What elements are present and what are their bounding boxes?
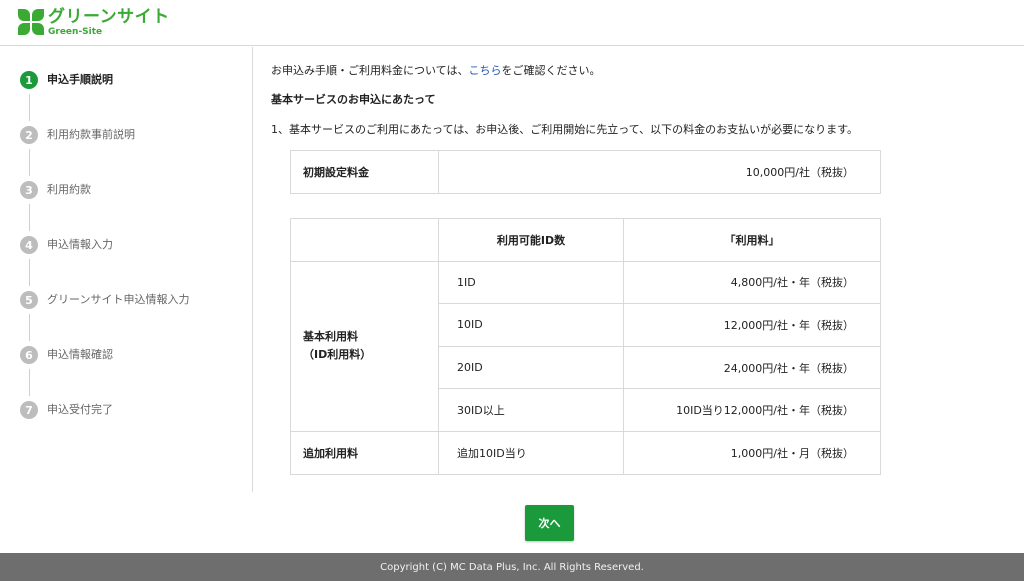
header-ids: 利用可能ID数 [438, 218, 624, 262]
intro-text: お申込み手順・ご利用料金については、こちらをご確認ください。 [271, 62, 600, 78]
table-row: 初期設定料金 10,000円/社（税抜） [290, 150, 881, 194]
section-title: 基本サービスのお申込にあたって [271, 93, 436, 106]
step-2: 2 利用約款事前説明 [20, 126, 189, 181]
step-number: 4 [20, 236, 38, 254]
step-connector [28, 94, 30, 121]
table-header-row: 利用可能ID数 「利用料」 [290, 218, 881, 262]
fee-cell: 12,000円/社・年（税抜） [623, 303, 881, 347]
ids-cell: 1ID [438, 260, 624, 305]
intro-before: お申込み手順・ご利用料金については、 [271, 64, 469, 77]
step-label: 申込受付完了 [47, 403, 113, 416]
ids-cell: 追加10ID当り [438, 430, 624, 475]
step-number: 2 [20, 126, 38, 144]
step-label: 利用約款 [47, 183, 91, 196]
intro-after: をご確認ください。 [501, 64, 601, 77]
step-number: 3 [20, 181, 38, 199]
step-number: 5 [20, 291, 38, 309]
table-row: 追加利用料 追加10ID当り 1,000円/社・月（税抜） [290, 430, 881, 475]
fee-cell: 24,000円/社・年（税抜） [623, 345, 881, 390]
step-label: 申込情報確認 [47, 348, 113, 361]
ids-cell: 10ID [438, 303, 624, 347]
step-connector [28, 369, 30, 396]
step-connector [28, 259, 30, 286]
step-list: 1 申込手順説明 2 利用約款事前説明 3 利用約款 4 申込情報入力 5 グリ… [20, 71, 189, 456]
fee-note: 1、基本サービスのご利用にあたっては、お申込後、ご利用開始に先立って、以下の料金… [271, 123, 859, 136]
step-4: 4 申込情報入力 [20, 236, 189, 291]
logo-text-en: Green-Site [48, 27, 103, 37]
base-fee-label: 基本利用料 （ID利用料） [290, 260, 439, 432]
step-label: 利用約款事前説明 [47, 128, 135, 141]
step-connector [28, 314, 30, 341]
fee-cell: 10ID当り12,000円/社・年（税抜） [623, 388, 881, 432]
extra-fee-label: 追加利用料 [290, 430, 439, 475]
step-label: 申込情報入力 [47, 238, 113, 251]
base-fee-label-line1: 基本利用料 [303, 330, 358, 344]
step-7: 7 申込受付完了 [20, 401, 189, 456]
initial-fee-label: 初期設定料金 [290, 150, 439, 194]
copyright-text: Copyright (C) MC Data Plus, Inc. All Rig… [380, 561, 644, 573]
step-label: グリーンサイト申込情報入力 [47, 293, 190, 306]
next-button[interactable]: 次へ [525, 505, 574, 541]
step-number: 6 [20, 346, 38, 364]
logo-text-jp: グリーンサイト [48, 7, 170, 27]
header-fee: 「利用料」 [623, 218, 881, 262]
header: グリーンサイト Green-Site [0, 0, 1024, 46]
table-row: 基本利用料 （ID利用料） 1ID 4,800円/社・年（税抜） [290, 260, 881, 432]
usage-fee-table: 利用可能ID数 「利用料」 基本利用料 （ID利用料） 1ID 4,800円/社… [290, 218, 881, 475]
step-number: 7 [20, 401, 38, 419]
step-3: 3 利用約款 [20, 181, 189, 236]
step-connector [28, 204, 30, 231]
guide-link[interactable]: こちら [468, 64, 501, 77]
step-6: 6 申込情報確認 [20, 346, 189, 401]
initial-fee-value: 10,000円/社（税抜） [438, 150, 881, 194]
base-fee-label-line2: （ID利用料） [303, 348, 372, 362]
ids-cell: 30ID以上 [438, 388, 624, 432]
clover-logo-icon [18, 9, 44, 35]
ids-cell: 20ID [438, 345, 624, 390]
green-site-logo[interactable]: グリーンサイト Green-Site [18, 9, 170, 37]
step-number: 1 [20, 71, 38, 89]
step-sidebar: 1 申込手順説明 2 利用約款事前説明 3 利用約款 4 申込情報入力 5 グリ… [0, 47, 253, 492]
footer: Copyright (C) MC Data Plus, Inc. All Rig… [0, 553, 1024, 581]
step-label: 申込手順説明 [47, 73, 113, 86]
fee-cell: 1,000円/社・月（税抜） [623, 430, 881, 475]
header-empty [290, 218, 439, 262]
step-1: 1 申込手順説明 [20, 71, 189, 126]
step-5: 5 グリーンサイト申込情報入力 [20, 291, 189, 346]
initial-fee-table: 初期設定料金 10,000円/社（税抜） [290, 150, 881, 194]
step-connector [28, 149, 30, 176]
fee-cell: 4,800円/社・年（税抜） [623, 260, 881, 305]
